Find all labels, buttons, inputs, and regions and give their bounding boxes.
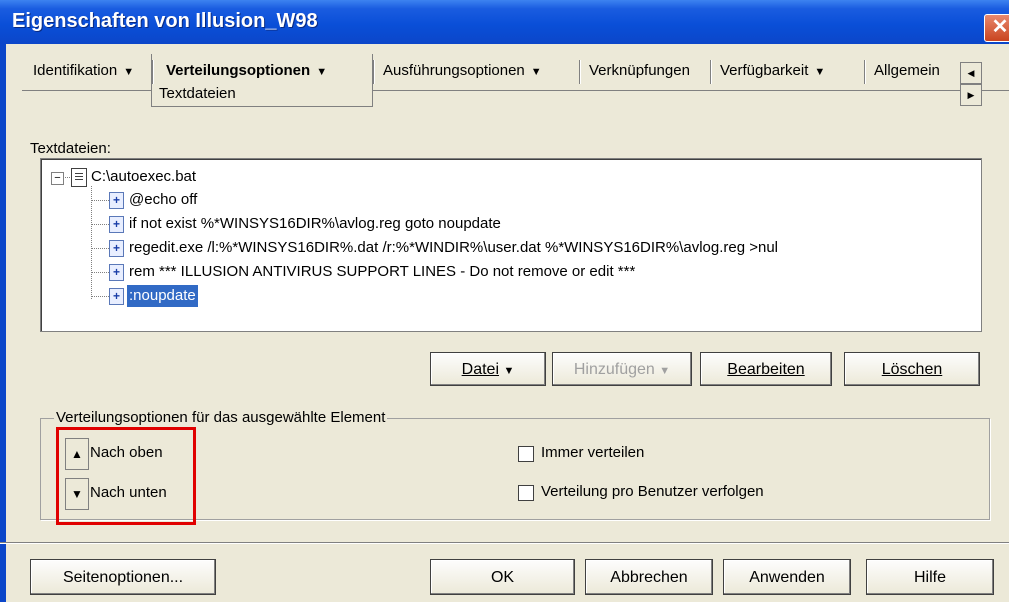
- tab-verfuegbarkeit[interactable]: Verfügbarkeit ▼: [712, 54, 833, 88]
- tree-connector: [91, 224, 109, 225]
- move-up-button[interactable]: ▲: [65, 438, 89, 470]
- close-button[interactable]: ✕: [984, 14, 1009, 42]
- always-distribute-label[interactable]: Immer verteilen: [541, 444, 644, 461]
- scroll-left-icon[interactable]: ◀: [960, 62, 982, 84]
- tree-line-item[interactable]: @echo off: [129, 189, 197, 211]
- button-label: Abbrechen: [610, 569, 688, 586]
- tree-connector: [91, 296, 109, 297]
- textfile-tree[interactable]: − C:\autoexec.bat + @echo off + if not e…: [40, 158, 982, 332]
- page-options-button[interactable]: Seitenoptionen...: [30, 559, 216, 595]
- window-title: Eigenschaften von Illusion_W98: [12, 10, 318, 32]
- tree-connector: [91, 200, 109, 201]
- chevron-down-icon: ▼: [123, 66, 135, 78]
- track-per-user-label[interactable]: Verteilung pro Benutzer verfolgen: [541, 483, 764, 500]
- textdateien-label: Textdateien:: [30, 140, 111, 157]
- tree-line-item[interactable]: regedit.exe /l:%*WINSYS16DIR%.dat /r:%*W…: [129, 237, 778, 259]
- add-line-icon: +: [109, 216, 124, 233]
- tree-connector: [91, 272, 109, 273]
- tab-label: Identifikation: [33, 62, 118, 79]
- file-icon: [71, 168, 87, 187]
- chevron-down-icon: ▼: [659, 365, 671, 377]
- button-label: Datei: [461, 361, 499, 378]
- scroll-right-icon[interactable]: ▶: [960, 84, 982, 106]
- hinzufuegen-button[interactable]: Hinzufügen ▼: [552, 352, 692, 386]
- tab-identifikation[interactable]: Identifikation ▼: [25, 54, 142, 88]
- arrow-up-icon: ▲: [71, 447, 83, 461]
- footer-separator: [0, 542, 1009, 544]
- add-line-icon: +: [109, 288, 124, 305]
- collapse-icon[interactable]: −: [51, 172, 64, 185]
- move-down-label[interactable]: Nach unten: [90, 484, 167, 501]
- tree-connector: [91, 248, 109, 249]
- button-label: Hinzufügen: [573, 361, 655, 378]
- arrow-down-icon: ▼: [71, 487, 83, 501]
- tab-ausfuehrungsoptionen[interactable]: Ausführungsoptionen ▼: [375, 54, 550, 88]
- track-per-user-checkbox[interactable]: [518, 485, 534, 501]
- bearbeiten-button[interactable]: Bearbeiten: [700, 352, 832, 386]
- always-distribute-checkbox[interactable]: [518, 446, 534, 462]
- tree-line-item[interactable]: rem *** ILLUSION ANTIVIRUS SUPPORT LINES…: [129, 261, 635, 283]
- tree-connector: [91, 186, 92, 299]
- button-label: Löschen: [881, 361, 943, 378]
- group-title: Verteilungsoptionen für das ausgewählte …: [54, 409, 388, 426]
- tab-label: Verteilungsoptionen: [166, 62, 311, 79]
- move-down-button[interactable]: ▼: [65, 478, 89, 510]
- tree-line-item-selected[interactable]: :noupdate: [127, 285, 198, 307]
- close-icon: ✕: [991, 16, 1009, 38]
- cancel-button[interactable]: Abbrechen: [585, 559, 713, 595]
- tab-separator: [152, 60, 154, 84]
- tab-label: Ausführungsoptionen: [383, 62, 525, 79]
- button-label: Seitenoptionen...: [62, 569, 184, 586]
- button-label: OK: [490, 569, 515, 586]
- button-label: Anwenden: [749, 569, 825, 586]
- tab-label: Allgemein: [874, 62, 940, 79]
- title-bar[interactable]: Eigenschaften von Illusion_W98 ✕: [0, 0, 1009, 44]
- tab-scroll-arrows: ◀▶: [960, 62, 1004, 106]
- tree-root-item[interactable]: C:\autoexec.bat: [91, 166, 196, 188]
- tab-allgemein[interactable]: Allgemein: [866, 54, 948, 88]
- add-line-icon: +: [109, 240, 124, 257]
- move-up-label[interactable]: Nach oben: [90, 444, 163, 461]
- chevron-down-icon: ▼: [316, 66, 328, 78]
- tree-connector: [63, 177, 70, 178]
- button-label: Bearbeiten: [727, 361, 805, 378]
- chevron-down-icon: ▼: [503, 365, 515, 377]
- tab-label: Verknüpfungen: [589, 62, 690, 79]
- loeschen-button[interactable]: Löschen: [844, 352, 980, 386]
- chevron-down-icon: ▼: [814, 66, 826, 78]
- button-label: Hilfe: [913, 569, 946, 586]
- tab-verknuepfungen[interactable]: Verknüpfungen: [581, 54, 698, 88]
- window-border: [0, 44, 6, 602]
- tab-verteilungsoptionen[interactable]: Verteilungsoptionen ▼: [158, 54, 335, 88]
- add-line-icon: +: [109, 192, 124, 209]
- datei-button[interactable]: Datei ▼: [430, 352, 546, 386]
- chevron-down-icon: ▼: [530, 66, 542, 78]
- apply-button[interactable]: Anwenden: [723, 559, 851, 595]
- add-line-icon: +: [109, 264, 124, 281]
- ok-button[interactable]: OK: [430, 559, 575, 595]
- help-button[interactable]: Hilfe: [866, 559, 994, 595]
- tree-line-item[interactable]: if not exist %*WINSYS16DIR%\avlog.reg go…: [129, 213, 501, 235]
- tab-label: Verfügbarkeit: [720, 62, 809, 79]
